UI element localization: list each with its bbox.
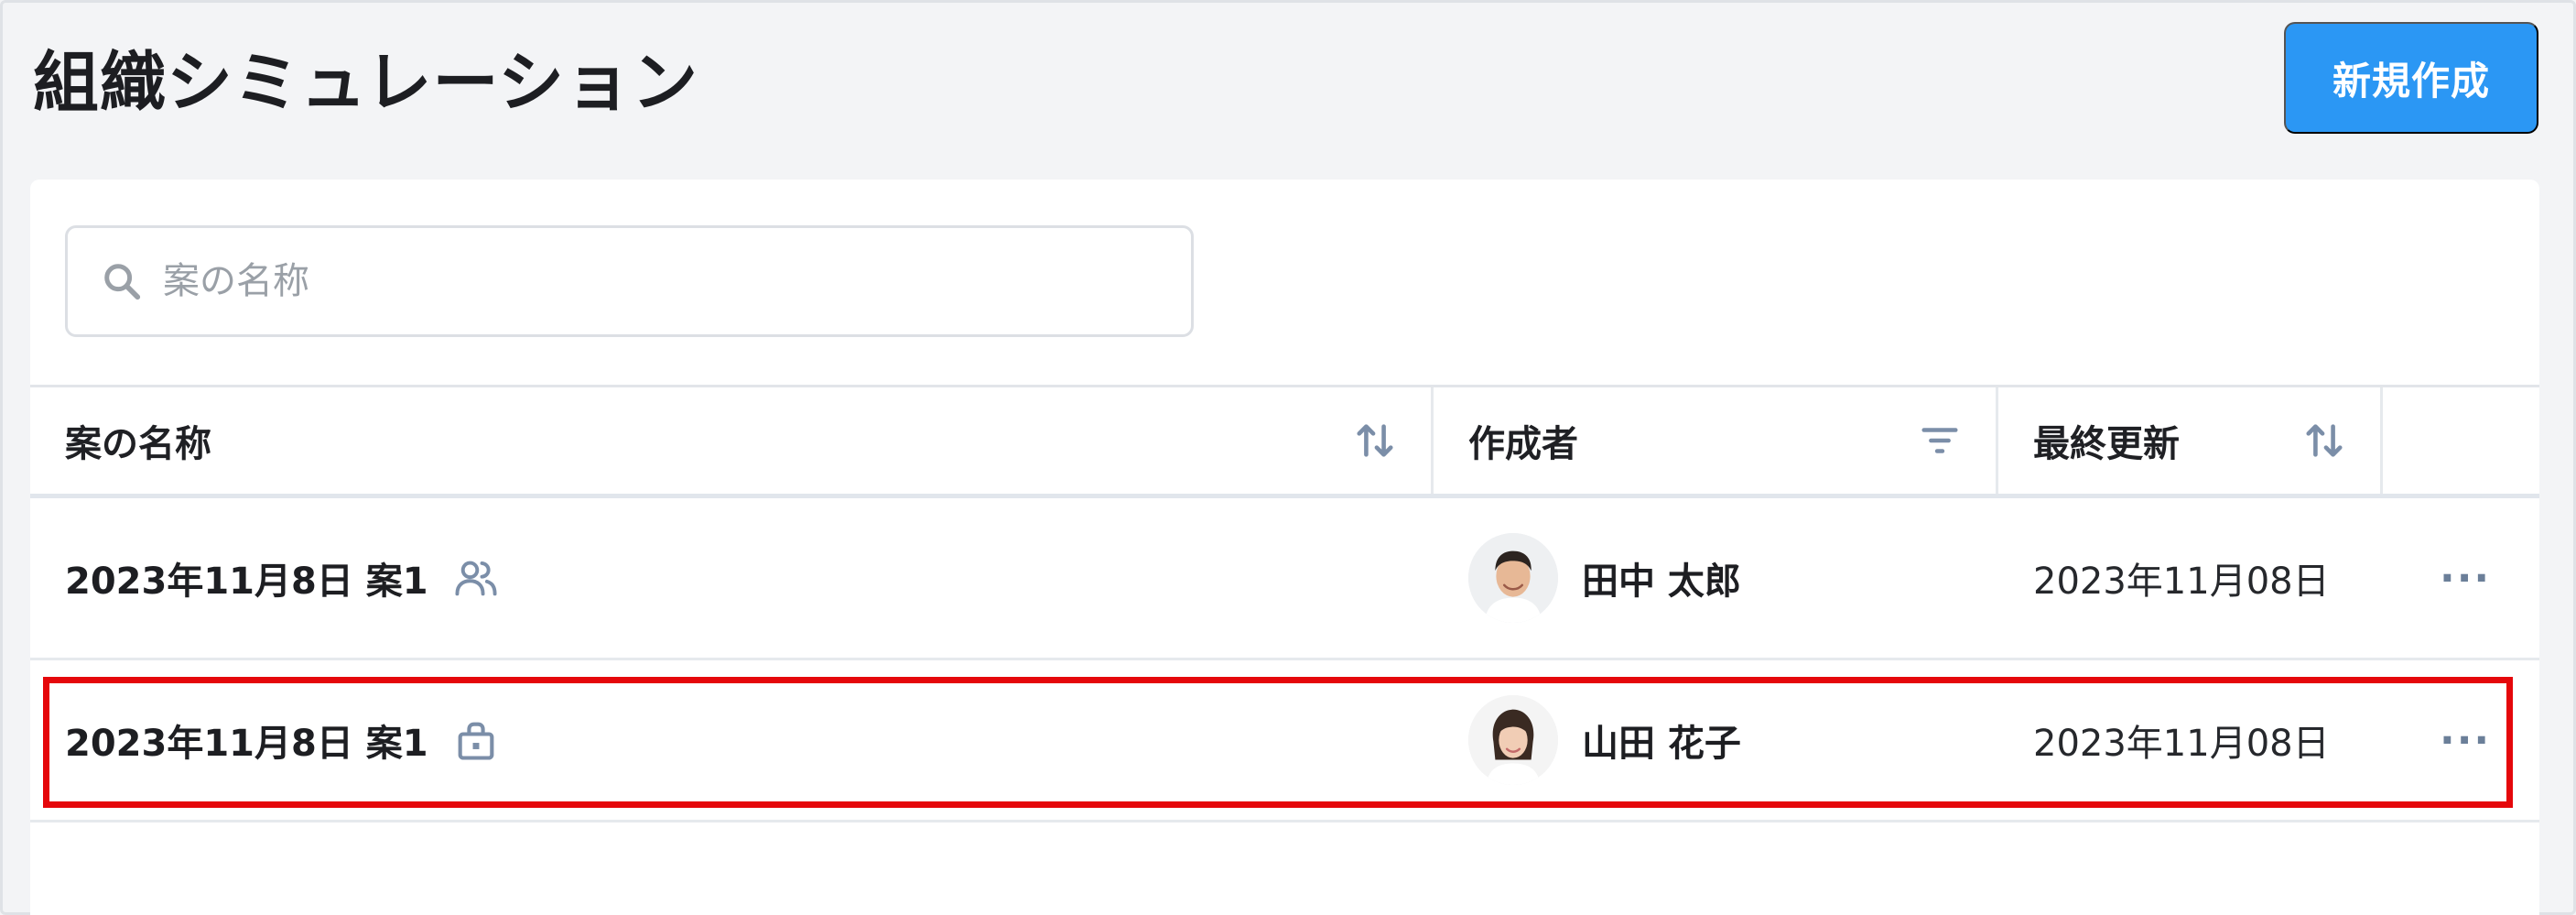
page-title: 組織シミュレーション <box>33 44 699 121</box>
sort-icon[interactable] <box>1354 419 1396 462</box>
column-label: 最終更新 <box>2033 423 2180 465</box>
column-label: 案の名称 <box>65 423 211 465</box>
simulation-table: 案の名称 作成者 最終更新 2023年11月8日 案1 田中 太郎 2023年1… <box>30 385 2539 822</box>
search-icon <box>104 264 141 300</box>
column-header-actions <box>2383 387 2539 494</box>
name-cell: 2023年11月8日 案1 <box>30 660 1434 820</box>
avatar-man-image <box>1468 533 1558 623</box>
more-options-icon[interactable]: ··· <box>2440 555 2491 602</box>
content-card: 案の名称 作成者 最終更新 <box>30 180 2539 915</box>
sort-icon[interactable] <box>2303 419 2345 462</box>
author-cell: 田中 太郎 <box>1434 498 1998 658</box>
actions-cell: ··· <box>2383 660 2539 820</box>
column-header-updated: 最終更新 <box>1998 387 2383 494</box>
avatar-woman-image <box>1468 695 1558 785</box>
column-header-name: 案の名称 <box>30 387 1434 494</box>
column-header-author: 作成者 <box>1434 387 1998 494</box>
table-row[interactable]: 2023年11月8日 案1 <box>30 498 2539 660</box>
row-title[interactable]: 2023年11月8日 案1 <box>65 713 428 767</box>
table-row[interactable]: 2023年11月8日 案1 <box>30 660 2539 822</box>
author-name: 山田 花子 <box>1582 723 1741 765</box>
updated-date: 2023年11月08日 <box>2033 723 2330 765</box>
author-cell: 山田 花子 <box>1434 660 1998 820</box>
more-options-icon[interactable]: ··· <box>2440 717 2491 764</box>
new-button[interactable]: 新規作成 <box>2284 22 2538 134</box>
avatar <box>1468 533 1558 623</box>
table-header: 案の名称 作成者 最終更新 <box>30 387 2539 498</box>
search-box[interactable] <box>65 225 1194 337</box>
updated-cell: 2023年11月08日 <box>1998 660 2383 820</box>
shared-users-icon <box>455 561 497 596</box>
search-input[interactable] <box>163 260 1078 302</box>
actions-cell: ··· <box>2383 498 2539 658</box>
filter-icon[interactable] <box>1919 419 1961 462</box>
author-name: 田中 太郎 <box>1582 561 1741 603</box>
avatar <box>1468 695 1558 785</box>
row-title[interactable]: 2023年11月8日 案1 <box>65 551 428 605</box>
updated-date: 2023年11月08日 <box>2033 561 2330 603</box>
column-label: 作成者 <box>1468 423 1578 465</box>
name-cell: 2023年11月8日 案1 <box>30 498 1434 658</box>
updated-cell: 2023年11月08日 <box>1998 498 2383 658</box>
private-lock-icon <box>458 722 493 760</box>
